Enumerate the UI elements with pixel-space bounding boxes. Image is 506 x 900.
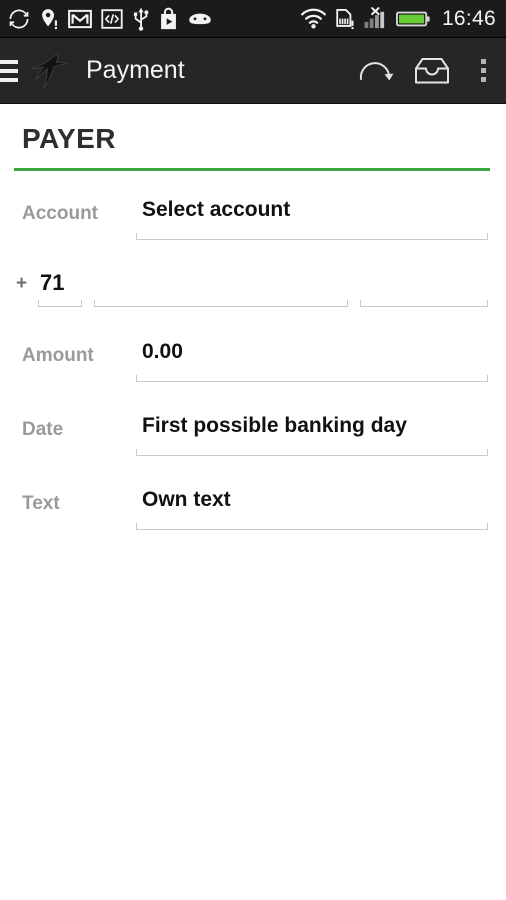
account-row: Account Select account <box>0 197 506 240</box>
phone-number-underline <box>94 300 348 307</box>
phone-suffix-underline <box>360 300 488 307</box>
account-label: Account <box>22 203 98 224</box>
status-bar-left-icons <box>8 7 300 31</box>
sync-icon <box>9 8 29 29</box>
date-row: Date First possible banking day <box>0 413 506 456</box>
phone-screen: 16:46 Payment PAYER Account Select accou… <box>0 0 506 900</box>
phone-number-value[interactable] <box>94 270 348 300</box>
overflow-menu-icon[interactable] <box>460 38 506 104</box>
android-robot-icon <box>189 13 211 24</box>
cellular-signal-off-icon <box>364 7 385 29</box>
phone-row: + 71 <box>0 270 506 307</box>
phone-country-code-value[interactable]: 71 <box>38 270 82 300</box>
phone-plus-prefix: + <box>16 273 28 294</box>
section-divider <box>14 168 490 171</box>
text-field[interactable]: Own text <box>136 487 488 530</box>
text-value[interactable]: Own text <box>136 487 488 523</box>
wifi-icon <box>301 8 326 29</box>
battery-full-icon <box>395 11 430 26</box>
menu-icon-line <box>0 59 18 64</box>
phone-number-field[interactable] <box>94 270 348 307</box>
text-row: Text Own text <box>0 487 506 530</box>
payment-form: PAYER Account Select account + 71 Amount… <box>0 104 506 899</box>
phone-suffix-field[interactable] <box>360 270 488 307</box>
inbox-icon[interactable] <box>404 38 460 104</box>
menu-icon-line <box>0 68 18 73</box>
overflow-dot <box>480 77 486 82</box>
amount-row: Amount 0.00 <box>0 339 506 382</box>
phone-country-code-underline <box>38 300 82 307</box>
text-underline <box>136 523 488 530</box>
gmail-icon <box>68 9 92 28</box>
date-value[interactable]: First possible banking day <box>136 413 488 449</box>
account-value[interactable]: Select account <box>136 197 488 233</box>
account-field[interactable]: Select account <box>136 197 488 240</box>
usb-icon <box>133 7 149 31</box>
status-bar-clock: 16:46 <box>441 6 496 30</box>
menu-icon-line <box>0 77 18 82</box>
date-field[interactable]: First possible banking day <box>136 413 488 456</box>
amount-underline <box>136 375 488 382</box>
phone-suffix-value[interactable] <box>360 270 488 300</box>
app-logo-icon[interactable] <box>26 48 72 94</box>
amount-value[interactable]: 0.00 <box>136 339 488 375</box>
status-bar: 16:46 <box>0 0 506 38</box>
overflow-dot <box>480 59 486 64</box>
amount-field[interactable]: 0.00 <box>136 339 488 382</box>
overflow-dot <box>480 68 486 73</box>
developer-code-icon <box>101 8 123 29</box>
menu-icon[interactable] <box>0 59 18 82</box>
redo-icon[interactable] <box>348 38 404 104</box>
date-underline <box>136 449 488 456</box>
location-alert-icon <box>42 8 57 29</box>
sim-card-alert-icon <box>336 8 354 29</box>
amount-label: Amount <box>22 345 94 366</box>
account-underline <box>136 233 488 240</box>
play-store-icon <box>161 7 176 30</box>
section-title: PAYER <box>22 123 116 154</box>
action-bar: Payment <box>0 38 506 104</box>
date-label: Date <box>22 419 64 440</box>
phone-country-code-field[interactable]: 71 <box>38 270 82 307</box>
payer-section-header: PAYER <box>0 122 506 156</box>
text-label: Text <box>22 493 60 514</box>
page-title: Payment <box>86 56 185 84</box>
status-bar-right-icons: 16:46 <box>300 7 496 31</box>
